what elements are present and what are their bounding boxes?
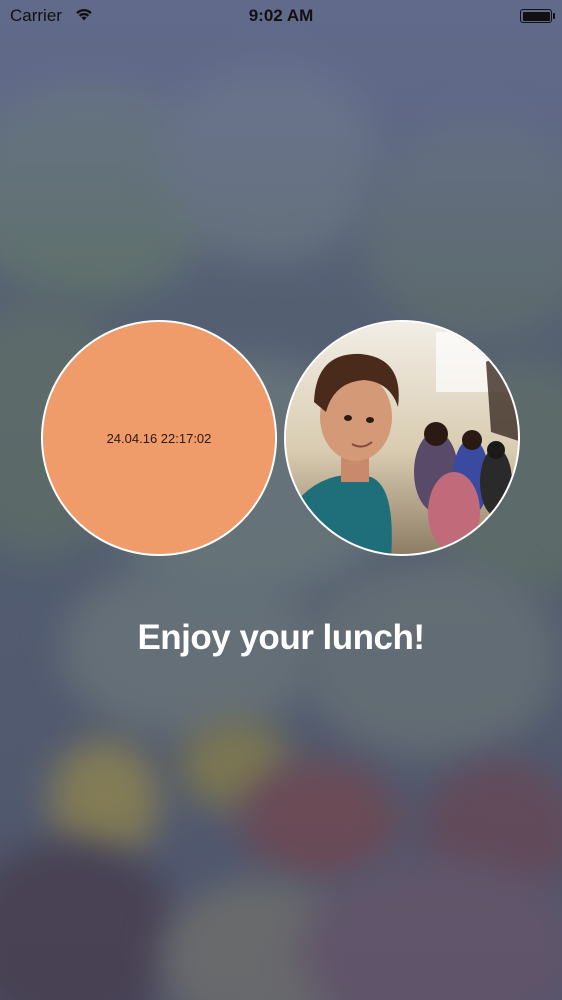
battery-icon [520, 9, 555, 23]
enjoy-lunch-heading: Enjoy your lunch! [137, 618, 425, 657]
timestamp-circle: 24.04.16 22:17:02 [41, 320, 277, 556]
user-photo [286, 322, 518, 554]
user-photo-avatar[interactable] [284, 320, 520, 556]
status-bar: Carrier 9:02 AM [0, 0, 562, 32]
lunch-screen: Carrier 9:02 AM 24.04.16 22:17:02 Enjoy … [0, 0, 562, 1000]
timestamp-label: 24.04.16 22:17:02 [106, 430, 212, 446]
status-time: 9:02 AM [248, 6, 314, 25]
